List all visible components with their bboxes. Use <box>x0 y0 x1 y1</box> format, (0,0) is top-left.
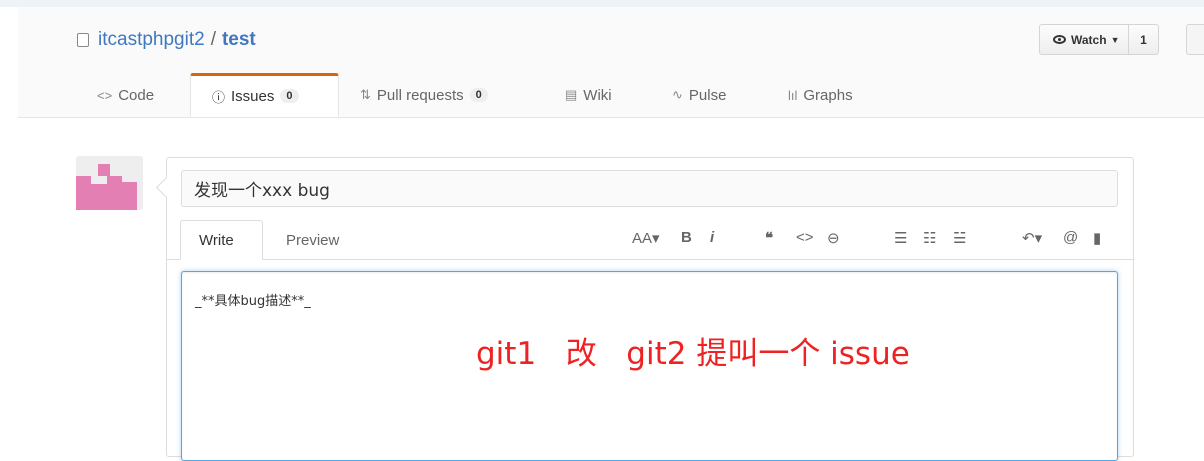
avatar-pixel <box>76 176 91 210</box>
avatar[interactable] <box>76 156 143 210</box>
pulse-icon: ∿ <box>672 87 683 102</box>
watch-button[interactable]: Watch ▼ <box>1040 25 1129 54</box>
avatar-pixel <box>122 182 137 210</box>
caret-down-icon: ▼ <box>1110 34 1120 45</box>
task-list-icon[interactable]: ☱ <box>953 229 966 247</box>
tab-preview[interactable]: Preview <box>286 220 339 260</box>
git-pull-request-icon: ⇅ <box>360 87 371 102</box>
code-icon[interactable]: <> <box>796 229 814 246</box>
mention-icon[interactable]: @ <box>1063 229 1078 246</box>
repo-title: itcastphpgit2 / test <box>77 29 256 51</box>
header-text-icon[interactable]: AA▾ <box>632 229 660 247</box>
issue-opened-icon: ⓘ <box>212 89 226 105</box>
tab-code-label: Code <box>118 86 155 104</box>
watch-label: Watch <box>1071 32 1107 47</box>
tab-pulse-label: Pulse <box>688 86 727 104</box>
top-strip <box>0 0 1204 7</box>
star-button[interactable] <box>1186 24 1204 55</box>
repo-owner-link[interactable]: itcastphpgit2 <box>98 29 205 51</box>
tab-wiki-label: Wiki <box>583 86 612 104</box>
avatar-pixel <box>107 176 122 210</box>
repo-name-link[interactable]: test <box>222 29 256 51</box>
link-icon[interactable]: ⊖ <box>827 229 840 247</box>
eye-icon <box>1053 35 1066 44</box>
pull-requests-counter: 0 <box>469 88 488 102</box>
repo-icon <box>77 33 89 47</box>
repo-separator: / <box>210 29 216 50</box>
tab-graphs[interactable]: lıl Graphs <box>788 73 853 117</box>
avatar-pixel <box>98 164 110 176</box>
code-icon: <> <box>97 87 113 103</box>
watch-button-group: Watch ▼ 1 <box>1039 24 1159 55</box>
tab-issues-label: Issues <box>231 87 275 105</box>
issue-body-text: _**具体bug描述**_ <box>195 294 311 309</box>
bookmark-icon[interactable]: ▮ <box>1093 229 1101 247</box>
ordered-list-icon[interactable]: ☷ <box>923 229 936 247</box>
unordered-list-icon[interactable]: ☰ <box>894 229 907 247</box>
tab-write[interactable]: Write <box>180 220 263 260</box>
graph-icon: lıl <box>788 87 798 103</box>
tab-issues[interactable]: ⓘ Issues 0 <box>190 73 339 117</box>
italic-icon[interactable]: i <box>710 229 714 246</box>
tab-wiki[interactable]: ▤ Wiki <box>565 73 612 117</box>
tab-pulse[interactable]: ∿ Pulse <box>672 73 726 117</box>
avatar-pixel <box>91 184 107 210</box>
annotation-text: git1 改 git2 提叫一个 issue <box>476 336 910 372</box>
issue-title-input[interactable]: 发现一个xxx bug <box>181 170 1118 207</box>
tab-code[interactable]: <> Code <box>97 73 154 117</box>
reply-icon[interactable]: ↶▾ <box>1022 229 1042 247</box>
book-icon: ▤ <box>565 87 578 102</box>
tab-pull-requests-label: Pull requests <box>376 86 464 104</box>
issues-counter: 0 <box>280 89 299 103</box>
bold-icon[interactable]: B <box>681 229 692 246</box>
tab-pull-requests[interactable]: ⇅ Pull requests 0 <box>360 73 488 117</box>
watch-count[interactable]: 1 <box>1129 33 1158 47</box>
quote-icon[interactable]: ❝ <box>765 229 773 247</box>
tab-graphs-label: Graphs <box>803 86 853 104</box>
